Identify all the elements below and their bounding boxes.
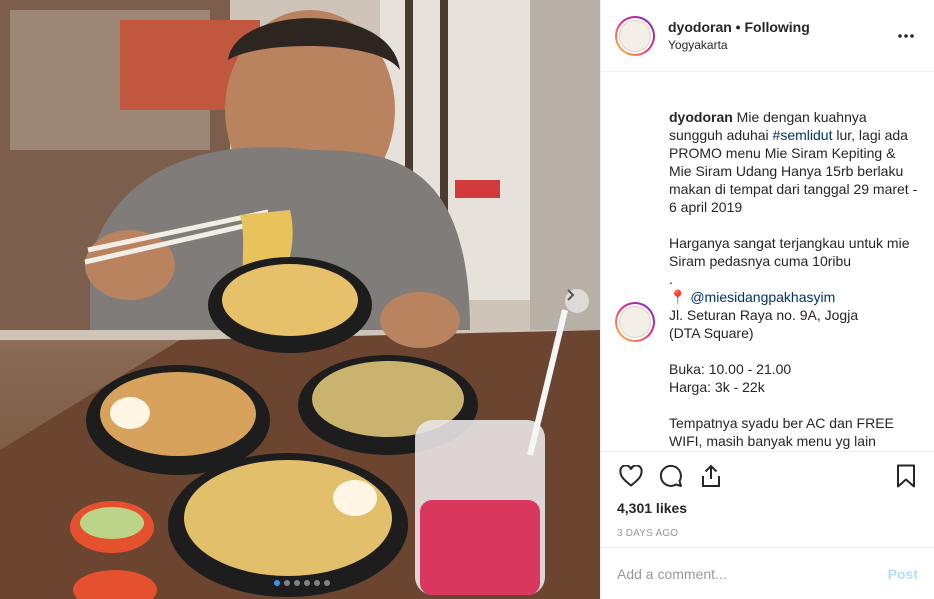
post-caption: dyodoran Mie dengan kuahnya sungguh aduh… <box>669 90 919 451</box>
post-timestamp[interactable]: 3 DAYS AGO <box>601 528 934 539</box>
caption-link[interactable]: @miesidangpakhasyim <box>690 289 835 305</box>
likes-count[interactable]: 4,301 likes <box>601 500 934 516</box>
avatar-frame <box>617 304 653 340</box>
post-comment-button[interactable]: Post <box>888 566 918 582</box>
carousel-dot <box>324 580 330 586</box>
caption-link[interactable]: #semlidut <box>773 127 833 143</box>
heart-icon[interactable] <box>615 460 647 492</box>
comment-icon[interactable] <box>655 460 687 492</box>
post-header: dyodoran • Following Yogyakarta <box>601 0 934 72</box>
location-link[interactable]: Yogyakarta <box>668 38 894 52</box>
follow-status-button[interactable]: Following <box>744 19 809 35</box>
caption-username[interactable]: dyodoran <box>669 109 733 125</box>
header-text: dyodoran • Following Yogyakarta <box>668 19 894 52</box>
share-icon[interactable] <box>695 460 727 492</box>
bookmark-icon[interactable] <box>890 460 922 492</box>
carousel-dot <box>304 580 310 586</box>
header-line: dyodoran • Following <box>668 19 894 35</box>
post-photo[interactable] <box>0 0 600 599</box>
caption-segment: lur, lagi ada PROMO menu Mie Siram Kepit… <box>669 127 918 305</box>
more-options-icon[interactable] <box>894 24 918 48</box>
carousel-indicator <box>274 580 330 586</box>
avatar[interactable] <box>615 15 655 56</box>
caption-text: Mie dengan kuahnya sungguh aduhai #semli… <box>669 109 917 451</box>
avatar-image <box>619 19 651 52</box>
carousel-dot <box>294 580 300 586</box>
avatar-frame <box>617 17 653 54</box>
carousel-dot <box>314 580 320 586</box>
carousel-dot <box>284 580 290 586</box>
separator-dot: • <box>735 19 741 35</box>
username-link[interactable]: dyodoran <box>668 19 732 35</box>
avatar-image <box>619 306 651 338</box>
comments-section[interactable]: dyodoran Mie dengan kuahnya sungguh aduh… <box>601 73 934 451</box>
post-actions: 4,301 likes 3 DAYS AGO <box>601 451 934 539</box>
comment-input[interactable] <box>617 565 888 582</box>
carousel-dot <box>274 580 280 586</box>
add-comment-bar: Post <box>601 547 934 599</box>
caption-avatar[interactable] <box>615 302 655 342</box>
carousel-next-button[interactable] <box>565 289 589 313</box>
caption-segment: Jl. Seturan Raya no. 9A, Jogja (DTA Squa… <box>669 307 894 449</box>
post-photo-illustration <box>0 0 600 599</box>
post-side-panel: dyodoran • Following Yogyakarta dyodoran… <box>600 0 934 599</box>
action-icons-row <box>601 452 934 500</box>
